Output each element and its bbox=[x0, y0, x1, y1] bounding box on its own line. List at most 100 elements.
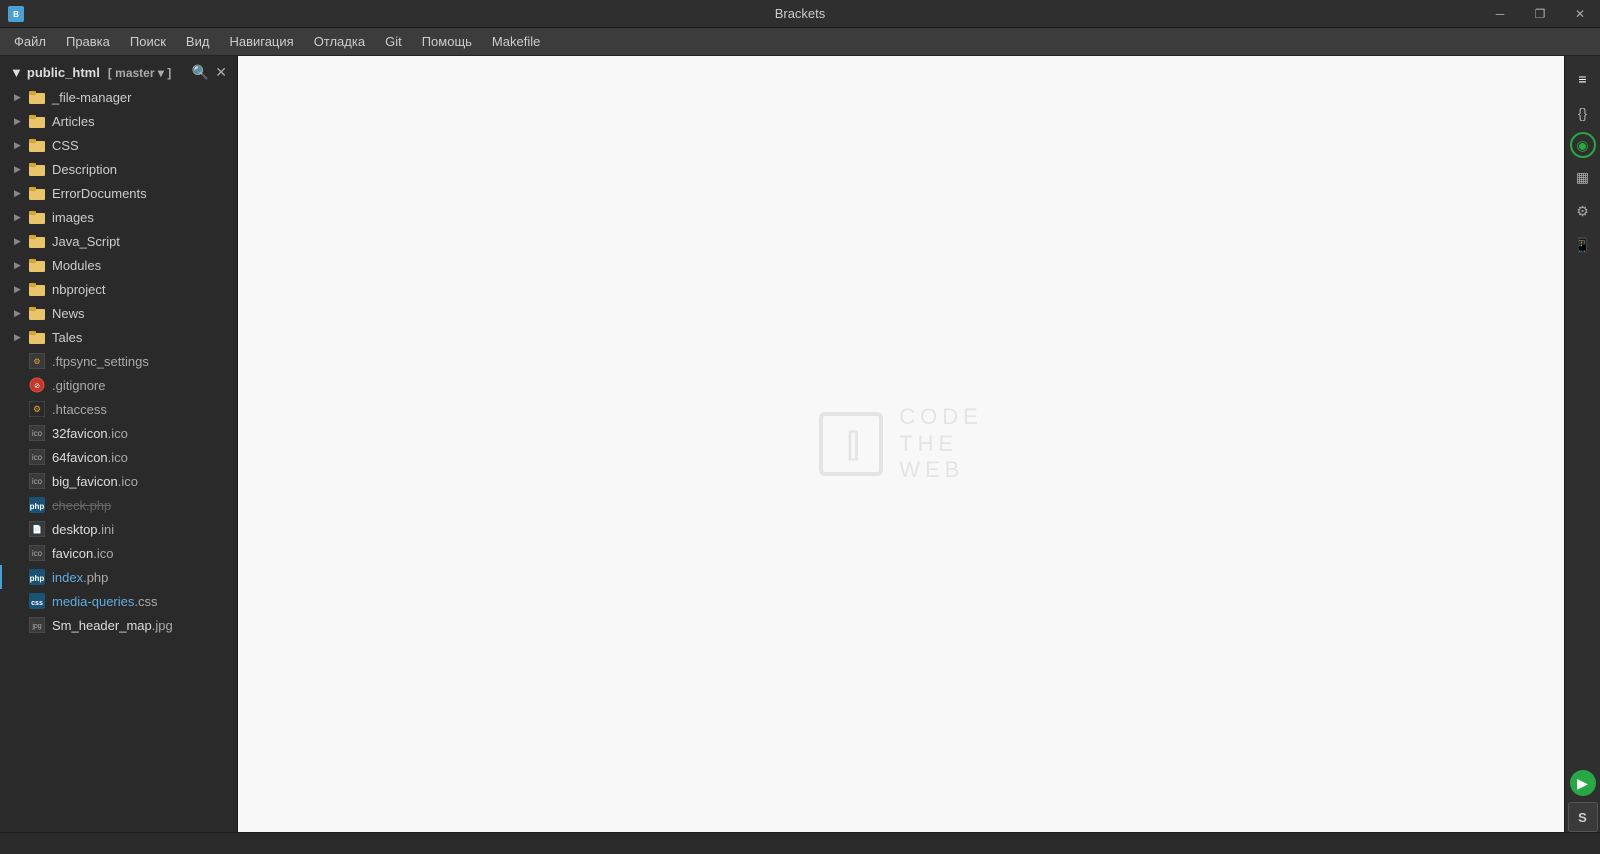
file-icon: ico bbox=[28, 472, 46, 490]
tree-item-big-favicon-ico[interactable]: ico big_favicon.ico bbox=[0, 469, 237, 493]
tree-item-label: favicon.ico bbox=[52, 546, 227, 561]
minimize-button[interactable]: ─ bbox=[1480, 0, 1520, 27]
sidebar-toolbar: 🔍 ✕ bbox=[192, 64, 227, 81]
tree-item-nbproject[interactable]: ▶nbproject bbox=[0, 277, 237, 301]
tree-item-modules[interactable]: ▶ Modules bbox=[0, 253, 237, 277]
file-icon: ⊘ bbox=[28, 376, 46, 394]
tree-item-news[interactable]: ▶News bbox=[0, 301, 237, 325]
window-controls: ─ ❐ ✕ bbox=[1480, 0, 1600, 27]
tree-item--gitignore[interactable]: ⊘.gitignore bbox=[0, 373, 237, 397]
s-btn[interactable]: S bbox=[1568, 802, 1598, 832]
svg-text:php: php bbox=[30, 502, 45, 511]
tree-item--file-manager[interactable]: ▶_file-manager bbox=[0, 85, 237, 109]
sidebar: ▼ public_html [ master ▾ ] 🔍 ✕ ▶_file-ma… bbox=[0, 56, 238, 832]
file-icon bbox=[28, 256, 46, 274]
live-preview-btn[interactable]: {} bbox=[1568, 98, 1598, 128]
menu-item-поиск[interactable]: Поиск bbox=[120, 30, 176, 53]
svg-text:⚙: ⚙ bbox=[33, 357, 40, 366]
logo-line-3: WEB bbox=[899, 457, 983, 483]
menu-item-помощь[interactable]: Помощь bbox=[412, 30, 482, 53]
file-icon: php bbox=[28, 496, 46, 514]
menu-item-навигация[interactable]: Навигация bbox=[219, 30, 303, 53]
tree-item-label: News bbox=[52, 306, 227, 321]
svg-text:📄: 📄 bbox=[32, 524, 42, 534]
tree-item-label: Tales bbox=[52, 330, 227, 345]
menu-item-git[interactable]: Git bbox=[375, 30, 412, 53]
tree-item-label: check.php bbox=[52, 498, 227, 513]
tree-item-label: Description bbox=[52, 162, 227, 177]
tree-item-32favicon-ico[interactable]: ico32favicon.ico bbox=[0, 421, 237, 445]
tree-item-desktop-ini[interactable]: 📄 desktop.ini bbox=[0, 517, 237, 541]
tree-item-media-queries-css[interactable]: cssmedia-queries.css bbox=[0, 589, 237, 613]
svg-text:ico: ico bbox=[32, 453, 43, 462]
tree-arrow: ▶ bbox=[14, 236, 28, 247]
close-files-icon[interactable]: ✕ bbox=[215, 64, 227, 81]
tree-arrow: ▶ bbox=[14, 332, 28, 343]
tree-item-description[interactable]: ▶Description bbox=[0, 157, 237, 181]
svg-text:⊘: ⊘ bbox=[34, 383, 40, 390]
tree-item-css[interactable]: ▶CSS bbox=[0, 133, 237, 157]
app-icon: B bbox=[8, 6, 24, 22]
tree-item-articles[interactable]: ▶Articles bbox=[0, 109, 237, 133]
menu-item-правка[interactable]: Правка bbox=[56, 30, 120, 53]
tree-item--ftpsync-settings[interactable]: ⚙.ftpsync_settings bbox=[0, 349, 237, 373]
settings-btn[interactable]: ⚙ bbox=[1568, 196, 1598, 226]
mobile-btn[interactable]: 📱 bbox=[1568, 230, 1598, 260]
project-name[interactable]: ▼ public_html [ master ▾ ] bbox=[10, 65, 171, 80]
tree-arrow: ▶ bbox=[14, 260, 28, 271]
tree-arrow: ▶ bbox=[14, 92, 28, 103]
file-icon bbox=[28, 208, 46, 226]
tree-item-errordocuments[interactable]: ▶ ErrorDocuments bbox=[0, 181, 237, 205]
file-icon: ico bbox=[28, 424, 46, 442]
search-icon[interactable]: 🔍 bbox=[192, 64, 209, 81]
tree-item-sm-header-map-jpg[interactable]: jpgSm_header_map.jpg bbox=[0, 613, 237, 637]
tree-arrow: ▶ bbox=[14, 188, 28, 199]
image-icon-btn[interactable]: ▦ bbox=[1568, 162, 1598, 192]
file-icon bbox=[28, 232, 46, 250]
logo-line-1: CODE bbox=[899, 404, 983, 430]
file-icon: jpg bbox=[28, 616, 46, 634]
tree-item-label: ErrorDocuments bbox=[52, 186, 227, 201]
menu-item-makefile[interactable]: Makefile bbox=[482, 30, 550, 53]
editor-area: [] CODE THE WEB bbox=[238, 56, 1564, 832]
tree-item-check-php[interactable]: php check.php bbox=[0, 493, 237, 517]
logo-text: CODE THE WEB bbox=[899, 404, 983, 483]
tree-arrow: ▶ bbox=[14, 212, 28, 223]
file-tree-btn[interactable]: ≡ bbox=[1568, 64, 1598, 94]
tree-item-index-php[interactable]: php index.php bbox=[0, 565, 237, 589]
svg-text:B: B bbox=[13, 10, 19, 19]
file-icon: 📄 bbox=[28, 520, 46, 538]
main-area: ▼ public_html [ master ▾ ] 🔍 ✕ ▶_file-ma… bbox=[0, 56, 1600, 832]
file-icon: ⚙ bbox=[28, 400, 46, 418]
tree-item-label: index.php bbox=[52, 570, 227, 585]
logo-bracket-icon: [] bbox=[819, 412, 883, 476]
close-button[interactable]: ✕ bbox=[1560, 0, 1600, 27]
file-tree: ▶_file-manager▶Articles▶CSS▶Description▶… bbox=[0, 85, 237, 637]
menu-item-файл[interactable]: Файл bbox=[4, 30, 56, 53]
file-icon: php bbox=[28, 568, 46, 586]
tree-arrow: ▶ bbox=[14, 140, 28, 151]
menu-item-вид[interactable]: Вид bbox=[176, 30, 220, 53]
tree-item-favicon-ico[interactable]: ico favicon.ico bbox=[0, 541, 237, 565]
git-branch[interactable]: [ master ▾ ] bbox=[108, 66, 171, 80]
run-btn[interactable]: ▶ bbox=[1570, 770, 1596, 796]
restore-button[interactable]: ❐ bbox=[1520, 0, 1560, 27]
menu-item-отладка[interactable]: Отладка bbox=[304, 30, 375, 53]
live-reload-btn[interactable]: ◉ bbox=[1570, 132, 1596, 158]
tree-item-label: Modules bbox=[52, 258, 227, 273]
svg-text:php: php bbox=[30, 574, 45, 583]
tree-item-label: .htaccess bbox=[52, 402, 227, 417]
svg-text:ico: ico bbox=[32, 549, 43, 558]
tree-item-tales[interactable]: ▶ Tales bbox=[0, 325, 237, 349]
sidebar-header: ▼ public_html [ master ▾ ] 🔍 ✕ bbox=[0, 56, 237, 85]
tree-item-label: big_favicon.ico bbox=[52, 474, 227, 489]
tree-item-label: images bbox=[52, 210, 227, 225]
file-icon bbox=[28, 280, 46, 298]
tree-item-images[interactable]: ▶ images bbox=[0, 205, 237, 229]
statusbar bbox=[0, 832, 1600, 854]
tree-item--htaccess[interactable]: ⚙ .htaccess bbox=[0, 397, 237, 421]
tree-item-java-script[interactable]: ▶Java_Script bbox=[0, 229, 237, 253]
tree-item-64favicon-ico[interactable]: ico64favicon.ico bbox=[0, 445, 237, 469]
tree-item-label: desktop.ini bbox=[52, 522, 227, 537]
project-arrow: ▼ bbox=[10, 65, 23, 80]
